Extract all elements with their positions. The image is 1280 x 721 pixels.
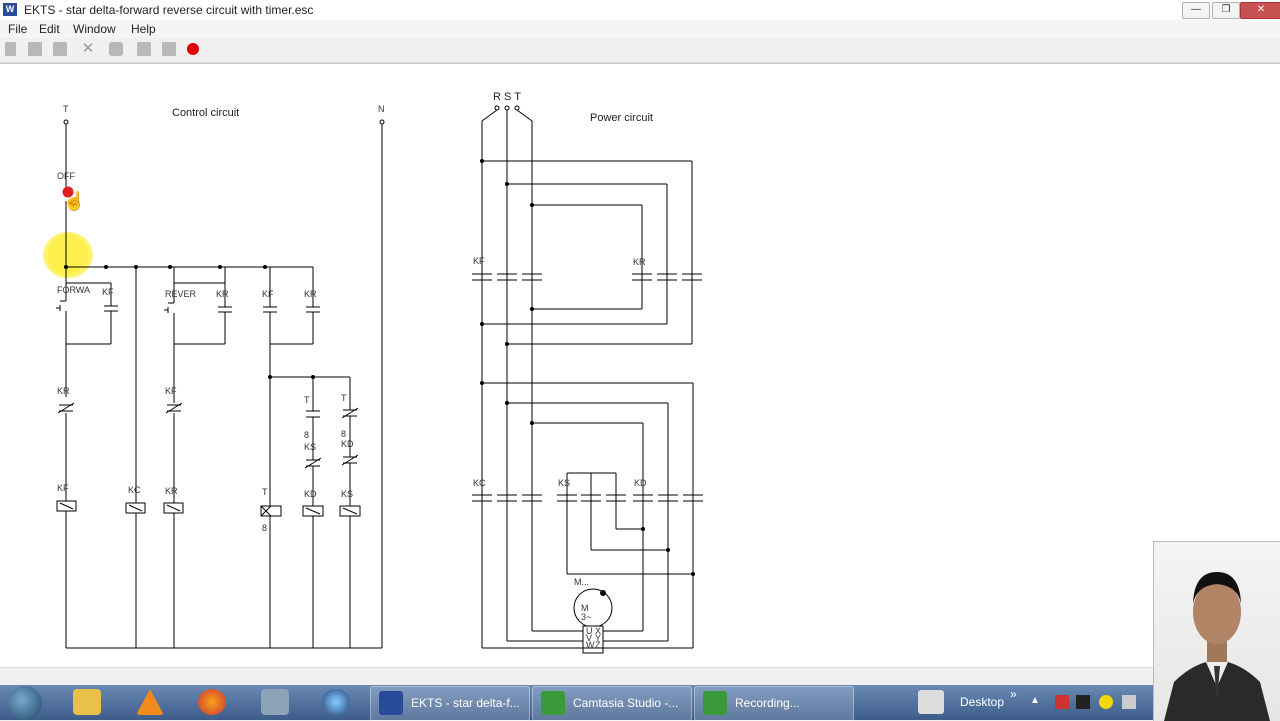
- phase-labels: R S T: [493, 91, 521, 103]
- kr-seal-label: KR: [216, 289, 229, 299]
- off-label: OFF: [57, 171, 75, 181]
- camtasia-icon: [541, 691, 565, 715]
- toolbar: ✕: [0, 38, 1280, 63]
- motor-symbol: [573, 588, 613, 628]
- delete-icon[interactable]: ✕: [81, 41, 95, 56]
- menu-bar: File Edit Window Help: [0, 20, 1280, 38]
- menu-file[interactable]: File: [8, 22, 27, 36]
- kf-seal-label: KF: [102, 287, 114, 297]
- motor-winding-w: W: [586, 640, 595, 650]
- coil-kf-label: KF: [57, 483, 69, 493]
- power-kr-label: KR: [633, 257, 646, 267]
- desktop-chevron-icon[interactable]: »: [1010, 687, 1017, 701]
- save-icon[interactable]: [53, 42, 67, 56]
- t2-label: T: [341, 393, 347, 403]
- power-kf-label: KF: [473, 256, 485, 266]
- power-circuit-title: Power circuit: [590, 112, 653, 124]
- terminal-n-label: N: [378, 104, 385, 114]
- coil-t-label: T: [262, 487, 268, 497]
- terminal-t: [63, 119, 69, 125]
- title-bar: W EKTS - star delta-forward reverse circ…: [0, 0, 1280, 21]
- firefox-icon[interactable]: [198, 689, 226, 715]
- smiley-icon[interactable]: [1099, 695, 1113, 709]
- onenote-icon[interactable]: [1076, 695, 1090, 709]
- task-camtasia-studio[interactable]: Camtasia Studio -...: [532, 686, 692, 721]
- print-icon[interactable]: [109, 42, 123, 56]
- kr-nc-label: KR: [57, 386, 70, 396]
- menu-window[interactable]: Window: [73, 22, 116, 36]
- ekts-app-icon[interactable]: W: [3, 3, 17, 16]
- status-bar: [0, 667, 1280, 686]
- taskbar: EKTS - star delta-f... Camtasia Studio -…: [0, 685, 1280, 721]
- camtasia-recorder-icon: [703, 691, 727, 715]
- coil-timer: [260, 505, 282, 517]
- maximize-button[interactable]: ❐: [1212, 2, 1240, 19]
- vlc-icon[interactable]: [136, 689, 164, 715]
- presenter-image: [1164, 572, 1270, 721]
- power-ks-label: KS: [558, 478, 570, 488]
- task-ekts[interactable]: EKTS - star delta-f...: [370, 686, 530, 721]
- ks1-label: KS: [304, 442, 316, 452]
- pen-tablet-icon[interactable]: [918, 690, 944, 714]
- security-icon[interactable]: [1055, 695, 1069, 709]
- s1-label: 8: [304, 430, 309, 440]
- circuit-diagram: Control circuit T N OFF FORWA KF KR KF K…: [56, 91, 703, 654]
- hand-cursor-icon: ☝: [63, 191, 86, 211]
- s2-label: 8: [341, 429, 346, 439]
- terminal-n: [379, 119, 385, 125]
- new-icon[interactable]: [5, 42, 16, 56]
- desktop-toolbar-label[interactable]: Desktop: [960, 695, 1004, 709]
- window-title: EKTS - star delta-forward reverse circui…: [24, 3, 314, 17]
- calculator-icon[interactable]: [261, 689, 289, 715]
- webcam-overlay: [1153, 541, 1280, 721]
- minimize-button[interactable]: —: [1182, 2, 1210, 19]
- start-button[interactable]: [8, 686, 42, 720]
- reverse-label: REVER: [165, 289, 197, 299]
- grid-icon[interactable]: [137, 42, 151, 56]
- coil-t-value: 8: [262, 523, 267, 533]
- motor-label: M...: [574, 577, 589, 587]
- control-circuit-title: Control circuit: [172, 107, 239, 119]
- task-recording[interactable]: Recording...: [694, 686, 854, 721]
- network-icon[interactable]: [1122, 695, 1136, 709]
- ekts-icon: [379, 691, 403, 715]
- kf-c-label: KF: [262, 289, 274, 299]
- kr-c-label: KR: [304, 289, 317, 299]
- terminal-t-label: T: [63, 104, 69, 114]
- power-kc-label: KC: [473, 478, 486, 488]
- forward-label: FORWA: [57, 285, 90, 295]
- coil-kc-label: KC: [128, 485, 141, 495]
- coil-kr-label: KR: [165, 486, 178, 496]
- close-button[interactable]: ✕: [1240, 2, 1280, 19]
- coil-ks-label: KS: [341, 489, 353, 499]
- t1-label: T: [304, 395, 310, 405]
- open-icon[interactable]: [28, 42, 42, 56]
- kd1-label: KD: [341, 439, 354, 449]
- kf-nc-label: KF: [165, 386, 177, 396]
- motor-winding-z: Z: [595, 640, 601, 650]
- explorer-icon[interactable]: [73, 689, 101, 715]
- stop-icon[interactable]: [162, 42, 176, 56]
- circuit-canvas[interactable]: Control circuit T N OFF FORWA KF KR KF K…: [0, 63, 1280, 668]
- record-icon[interactable]: [187, 43, 199, 55]
- menu-help[interactable]: Help: [131, 22, 156, 36]
- show-hidden-icons[interactable]: ▲: [1030, 695, 1044, 709]
- coil-kd-label: KD: [304, 489, 317, 499]
- globe-icon[interactable]: [322, 689, 350, 715]
- menu-edit[interactable]: Edit: [39, 22, 60, 36]
- power-kd-label: KD: [634, 478, 647, 488]
